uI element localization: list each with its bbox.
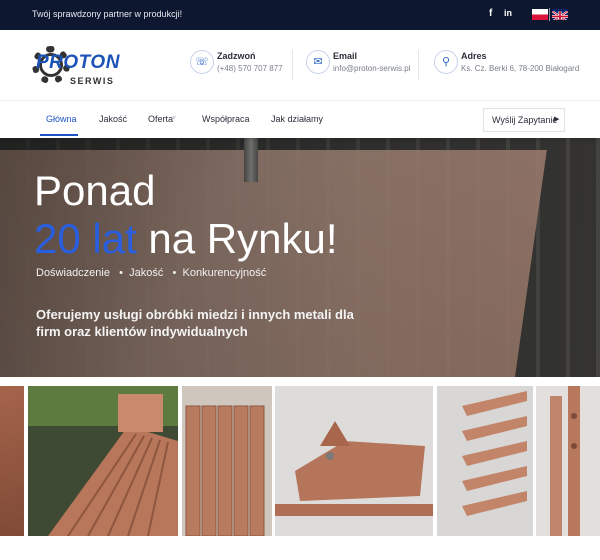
page-bottom [0,536,600,560]
main-nav: Główna Jakość Oferta ˅ Współpraca Jak dz… [0,100,600,138]
photo-gallery [0,386,600,536]
logo-brand: PROTON [36,52,120,73]
keyword: Konkurencyjność [182,267,267,279]
phone-icon: ☏ [190,50,214,74]
keyword: Doświadczenie [36,267,110,279]
mail-icon: ✉ [306,50,330,74]
linkedin-icon[interactable]: in [504,8,512,18]
logo-subtitle: SERWIS [70,76,115,86]
pl-flag-icon[interactable] [532,9,548,20]
divider [418,50,419,80]
copper-bracket-photo-4[interactable] [275,386,433,536]
copper-busbar-photo-2[interactable] [28,386,178,536]
nav-item-wspolpraca[interactable]: Współpraca [202,114,250,124]
hero-accent: 20 lat [34,215,137,262]
keyword: Jakość [129,267,164,279]
nav-item-jakosc[interactable]: Jakość [99,114,127,124]
chevron-down-icon: ˅ [172,115,177,122]
copper-plates-photo-3[interactable] [182,386,272,536]
contact-phone-value: (+48) 570 707 877 [217,64,283,73]
send-inquiry-button[interactable]: Wyślij Zapytanie ▶ [483,108,565,132]
copper-bars-photo-6[interactable] [536,386,600,536]
nav-active-indicator [40,134,78,136]
facebook-icon[interactable]: f [489,8,492,19]
nav-item-glowna[interactable]: Główna [46,114,77,124]
hero-title-line1: Ponad [34,167,156,214]
contact-address-label: Adres [461,51,487,61]
send-inquiry-label: Wyślij Zapytanie [492,115,558,125]
hero-title-rest: na Rynku! [148,215,338,262]
language-divider [549,8,550,21]
site-header: PROTON SERWIS ☏ Zadzwoń (+48) 570 707 87… [0,30,600,100]
contact-phone-label: Zadzwoń [217,51,256,61]
location-icon: ⚲ [434,50,458,74]
nav-item-jak-dzialamy[interactable]: Jak działamy [271,114,323,124]
divider [292,50,293,80]
tagline: Twój sprawdzony partner w produkcji! [32,9,183,19]
hero-keywords: Doświadczenie • Jakość • Konkurencyjność [36,267,267,279]
top-bar: Twój sprawdzony partner w produkcji! f i… [0,0,600,30]
site-logo[interactable]: PROTON SERWIS [32,44,119,88]
contact-email-label: Email [333,51,358,61]
nav-item-oferta[interactable]: Oferta [148,114,173,124]
copper-strips-photo-5[interactable] [437,386,533,536]
hero-title-line2: 20 lat na Rynku! [34,216,338,262]
contact-address-value: Ks. Cz. Berki 6, 78-200 Białogard [461,64,580,73]
chevron-right-icon: ▶ [554,116,560,123]
hero-banner: Ponad 20 lat na Rynku! Doświadczenie • J… [0,120,600,377]
copper-parts-photo-1[interactable] [0,386,24,536]
contact-email-value: info@proton-serwis.pl [333,64,411,73]
en-flag-icon[interactable] [552,9,568,20]
hero-description: Oferujemy usługi obróbki miedzi i innych… [36,307,354,339]
